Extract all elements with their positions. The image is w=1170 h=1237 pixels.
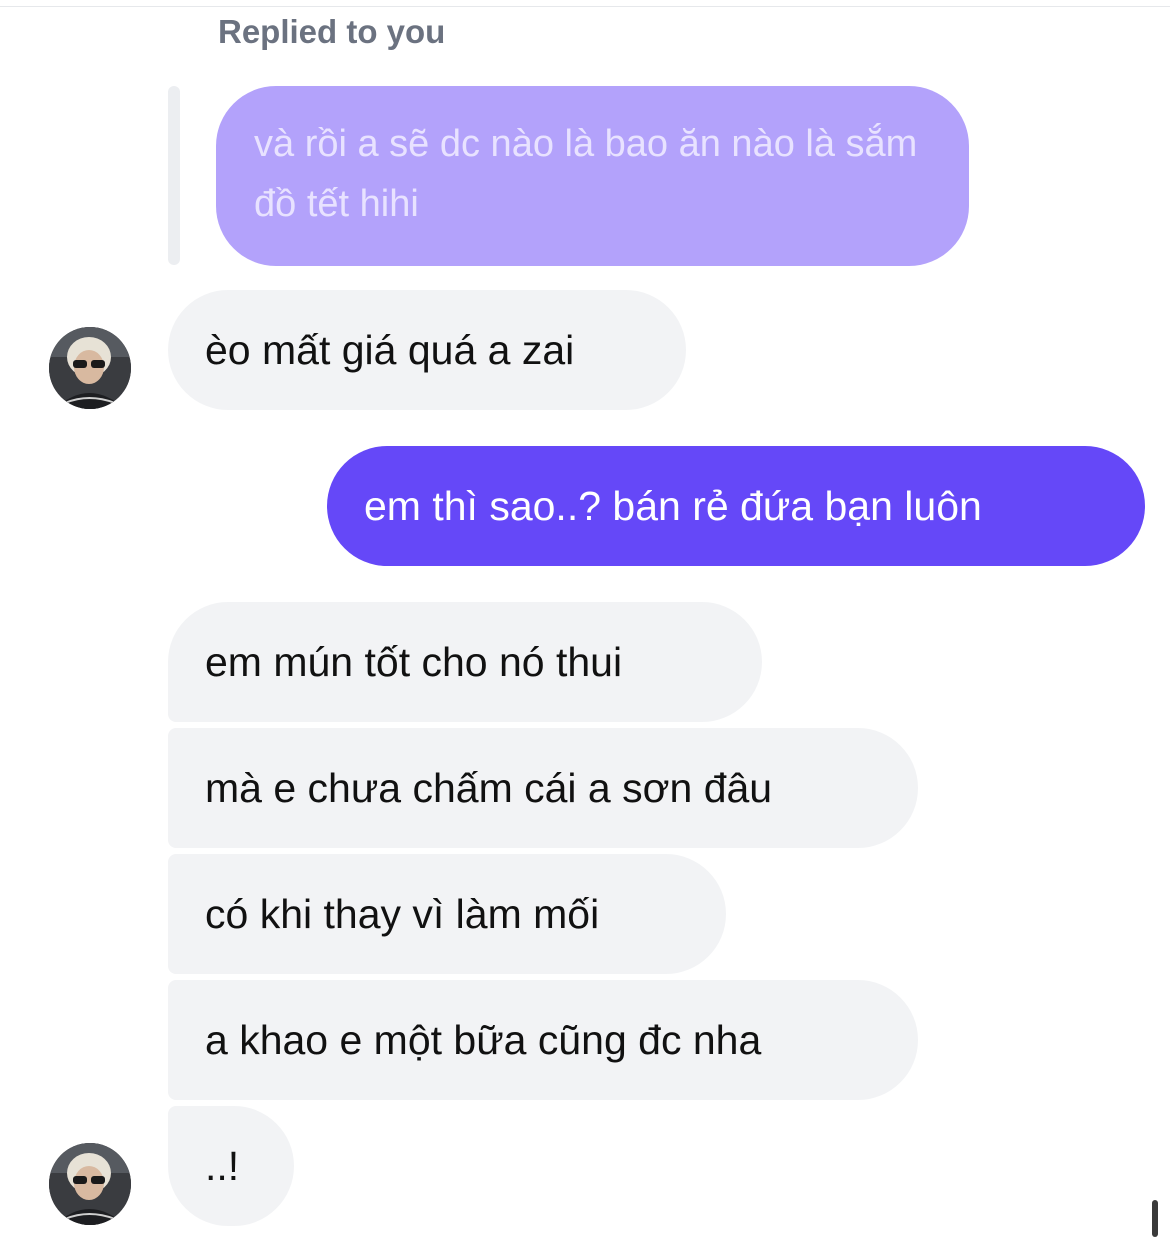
top-divider — [0, 6, 1170, 7]
reply-header: Replied to you — [218, 13, 446, 50]
incoming-message-bubble[interactable]: có khi thay vì làm mối — [168, 854, 726, 974]
quoted-message-bubble[interactable]: và rồi a sẽ dc nào là bao ăn nào là sắm … — [216, 86, 969, 266]
contact-avatar-icon[interactable] — [49, 327, 131, 409]
incoming-message-bubble[interactable]: mà e chưa chấm cái a sơn đâu — [168, 728, 918, 848]
incoming-message-bubble[interactable]: èo mất giá quá a zai — [168, 290, 686, 410]
avatar-image — [49, 327, 131, 409]
incoming-message-bubble[interactable]: a khao e một bữa cũng đc nha — [168, 980, 918, 1100]
outgoing-message-bubble[interactable]: em thì sao..? bán rẻ đứa bạn luôn — [327, 446, 1145, 566]
contact-avatar-icon[interactable] — [49, 1143, 131, 1225]
incoming-message-bubble[interactable]: ..! — [168, 1106, 294, 1226]
incoming-message-bubble[interactable]: em mún tốt cho nó thui — [168, 602, 762, 722]
avatar-image — [49, 1143, 131, 1225]
scrollbar-thumb[interactable] — [1152, 1200, 1158, 1237]
reply-indicator-bar — [168, 86, 180, 265]
